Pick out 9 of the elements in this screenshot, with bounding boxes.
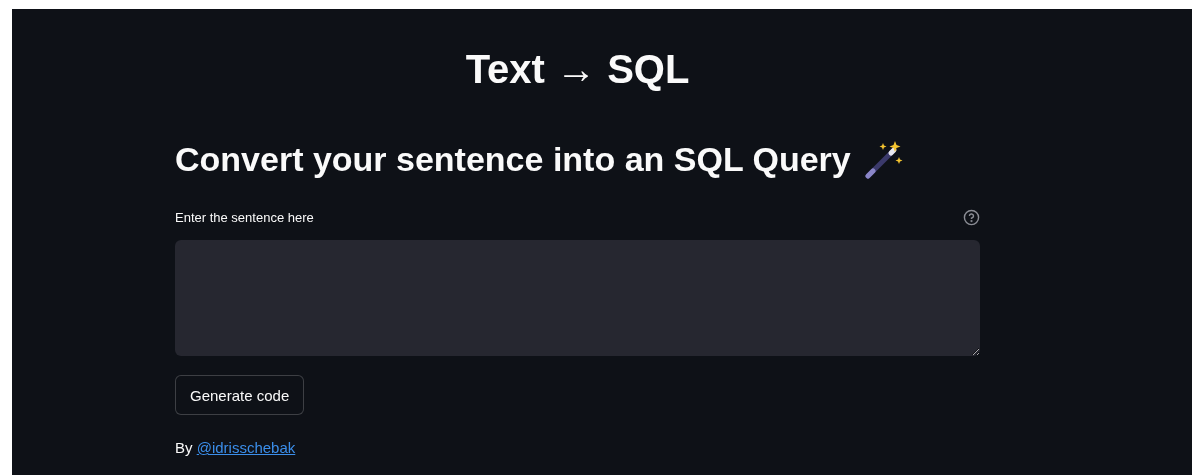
- sentence-input[interactable]: [175, 240, 980, 356]
- help-icon[interactable]: [963, 209, 980, 226]
- app-title: Text → SQL: [465, 47, 690, 91]
- generate-code-button[interactable]: Generate code: [175, 375, 305, 415]
- author-link[interactable]: @idrisschebak: [196, 439, 296, 456]
- page-heading: Convert your sentence into an SQL Query: [175, 139, 851, 180]
- magic-wand-icon: [864, 139, 905, 179]
- credit-text: By @idrisschebak: [175, 439, 297, 456]
- field-label: Enter the sentence here: [175, 210, 314, 225]
